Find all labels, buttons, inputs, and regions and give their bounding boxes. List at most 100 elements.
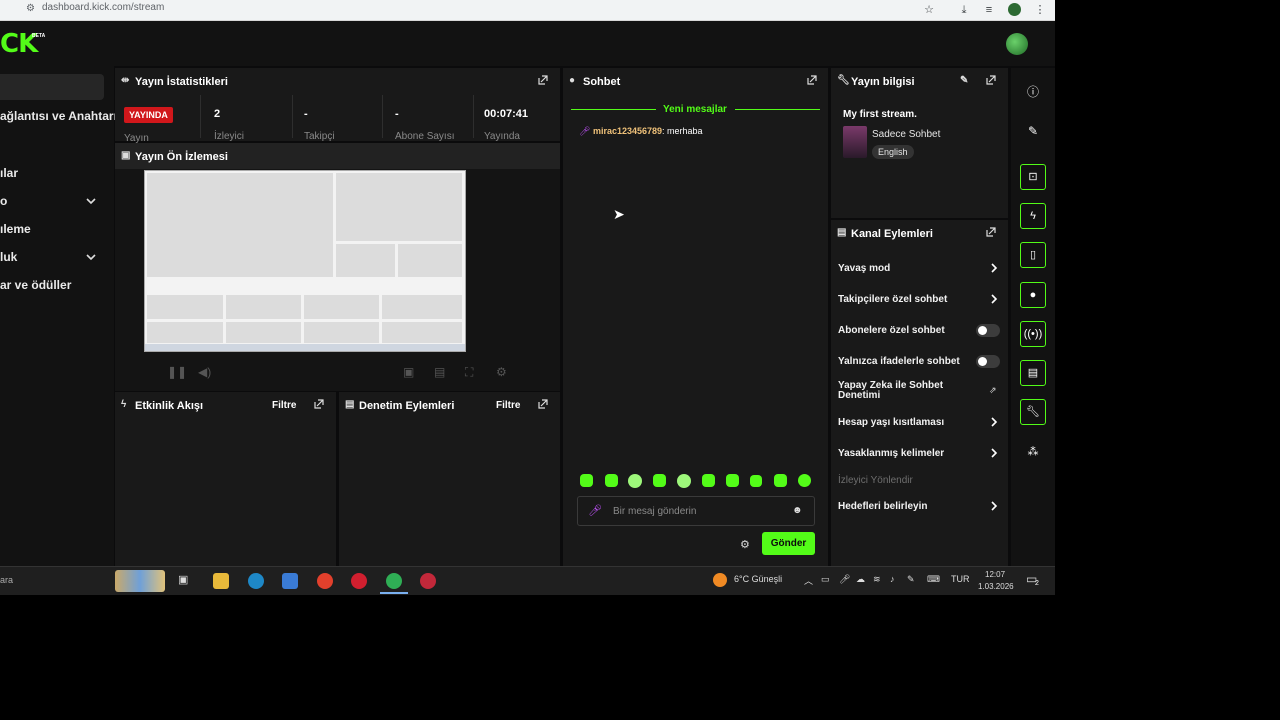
popout-icon[interactable]	[538, 399, 548, 409]
chat-panel: ● Sohbet Yeni mesajlar 🎤︎ mirac123456789…	[563, 68, 828, 566]
clock-time[interactable]: 12:07	[985, 570, 1005, 579]
nodes-icon[interactable]: ⁂	[1020, 439, 1046, 465]
pen-icon[interactable]: ✎	[907, 574, 915, 585]
sidebar-item-community[interactable]: luk	[0, 250, 17, 264]
bookmark-star-icon[interactable]: ☆	[922, 3, 936, 17]
site-info-icon[interactable]: ⚙	[26, 3, 35, 14]
slow-mode-item[interactable]: Yavaş mod	[838, 263, 890, 274]
weather-text[interactable]: 6°C Güneşli	[734, 574, 782, 584]
sidebar-item-video[interactable]: o	[0, 194, 7, 208]
emote-icon[interactable]	[774, 474, 787, 487]
emote-icon[interactable]	[653, 474, 666, 487]
store-icon[interactable]	[282, 573, 298, 589]
clock-date[interactable]: 1.03.2026	[978, 582, 1014, 591]
chrome-profile-icon[interactable]	[386, 573, 402, 589]
emote-icon[interactable]	[726, 474, 739, 487]
taskbar-search[interactable]: ara	[0, 575, 13, 585]
reading-list-icon[interactable]: ≡	[982, 3, 996, 17]
edge-icon[interactable]	[248, 573, 264, 589]
sidebar-item-connection[interactable]: ağlantısı ve Anahtarı	[0, 109, 117, 123]
wifi-icon[interactable]: ≋	[873, 574, 881, 585]
subscribers-only-toggle[interactable]	[976, 324, 1000, 337]
profile-avatar[interactable]	[1008, 3, 1021, 16]
popout-icon[interactable]	[986, 227, 996, 237]
pause-icon[interactable]: ❚❚	[167, 365, 187, 379]
filter-button[interactable]: Filtre	[496, 400, 520, 411]
sidebar-item-settings[interactable]: ılar	[0, 166, 18, 180]
ai-moderation-item[interactable]: Yapay Zeka ile Sohbet Denetimi	[838, 381, 958, 401]
filter-button[interactable]: Filtre	[272, 400, 296, 411]
lightning-icon[interactable]: ϟ	[1020, 203, 1046, 229]
volume-icon[interactable]: ♪	[890, 574, 895, 584]
emote-icon[interactable]	[628, 474, 642, 488]
external-link-icon[interactable]: ⇗	[989, 385, 997, 396]
chat-bubble-icon: ●	[569, 75, 576, 86]
app-icon[interactable]	[351, 573, 367, 589]
category-thumbnail[interactable]	[843, 126, 867, 158]
popout-icon[interactable]	[986, 75, 996, 85]
set-goals-item[interactable]: Hedefleri belirleyin	[838, 501, 927, 512]
chevron-right-icon[interactable]	[989, 448, 999, 458]
emote-icon[interactable]	[750, 475, 762, 487]
emote-icon[interactable]	[677, 474, 691, 488]
user-avatar[interactable]	[1006, 33, 1028, 55]
category-name[interactable]: Sadece Sohbet	[872, 129, 940, 140]
emoji-icon[interactable]: ☻	[792, 505, 803, 516]
edit-icon[interactable]: ✎	[960, 75, 968, 86]
chat-input[interactable]: 🎤︎ Bir mesaj gönderin ☻	[577, 496, 815, 526]
preview-toggle-icon[interactable]: ⊡	[1020, 164, 1046, 190]
volume-icon[interactable]: ◀)	[198, 365, 211, 379]
divider	[473, 95, 474, 138]
settings-icon[interactable]: ⚙	[496, 365, 507, 379]
search-highlight-image[interactable]	[115, 570, 165, 592]
address-bar[interactable]: dashboard.kick.com/stream	[42, 2, 164, 13]
theater-icon[interactable]: ▤	[434, 365, 445, 379]
banned-words-item[interactable]: Yasaklanmış kelimeler	[838, 448, 944, 459]
emote-icon[interactable]	[702, 474, 715, 487]
chat-settings-icon[interactable]: ⚙	[740, 538, 750, 551]
chevron-right-icon[interactable]	[989, 501, 999, 511]
popout-icon[interactable]	[807, 75, 817, 85]
cloud-icon[interactable]: ☁	[856, 574, 865, 585]
battery-icon[interactable]: ▭	[821, 574, 830, 585]
sidebar-item-active[interactable]	[0, 74, 104, 100]
weather-icon[interactable]	[713, 573, 727, 587]
obs-icon[interactable]	[420, 573, 436, 589]
broadcast-icon[interactable]: ((•))	[1020, 321, 1046, 347]
document-icon[interactable]: ▯	[1020, 242, 1046, 268]
chrome-icon[interactable]	[317, 573, 333, 589]
preview-video[interactable]	[144, 170, 466, 352]
sidebar-item-rewards[interactable]: ar ve ödüller	[0, 278, 71, 292]
account-age-item[interactable]: Hesap yaşı kısıtlaması	[838, 417, 944, 428]
pip-icon[interactable]: ▣	[403, 365, 414, 379]
emote-icon[interactable]	[580, 474, 593, 487]
popout-icon[interactable]	[538, 75, 548, 85]
browser-menu-icon[interactable]: ⋮	[1033, 3, 1047, 17]
keyboard-icon[interactable]: ⌨	[927, 574, 940, 585]
language-indicator[interactable]: TUR	[951, 574, 970, 584]
download-icon[interactable]: ⤓	[957, 3, 971, 17]
tray-chevron-icon[interactable]: ︿	[804, 574, 813, 587]
chevron-right-icon[interactable]	[989, 263, 999, 273]
edit-icon[interactable]: ✎	[1020, 118, 1046, 144]
list-icon[interactable]: ▤	[1020, 360, 1046, 386]
sidebar-item-stream[interactable]: ıleme	[0, 222, 31, 236]
send-button[interactable]: Gönder	[762, 532, 815, 555]
chevron-down-icon[interactable]	[86, 196, 96, 206]
emote-only-toggle[interactable]	[976, 355, 1000, 368]
chevron-down-icon[interactable]	[86, 252, 96, 262]
followers-only-item[interactable]: Takipçilere özel sohbet	[838, 294, 947, 305]
chat-username[interactable]: mirac123456789	[593, 126, 662, 136]
popout-icon[interactable]	[314, 399, 324, 409]
task-view-icon[interactable]: ▣	[178, 573, 194, 589]
emote-icon[interactable]	[605, 474, 618, 487]
chevron-right-icon[interactable]	[989, 417, 999, 427]
chat-bubble-icon[interactable]: ●	[1020, 282, 1046, 308]
chevron-right-icon[interactable]	[989, 294, 999, 304]
info-icon[interactable]: ⓘ	[1020, 79, 1046, 105]
emote-icon[interactable]	[798, 474, 811, 487]
file-explorer-icon[interactable]	[213, 573, 229, 589]
microphone-icon[interactable]: 🎤︎	[839, 574, 850, 585]
fullscreen-icon[interactable]: ⛶	[465, 365, 473, 380]
wrench-icon[interactable]: 🔧︎	[1020, 399, 1046, 425]
